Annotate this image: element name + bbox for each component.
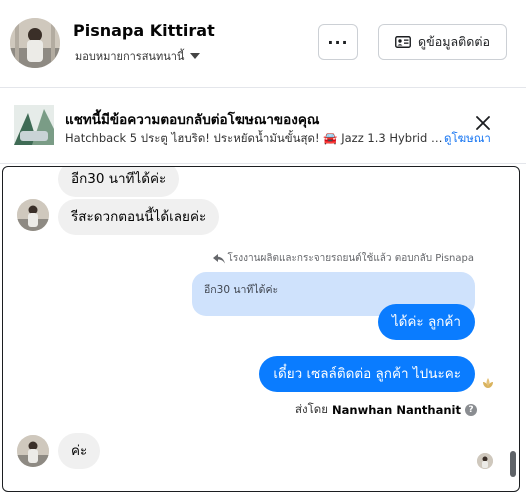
sent-by-info: ส่งโดย Nanwhan Nanthanit ? [295,401,477,419]
lotus-icon [483,378,493,388]
incoming-message[interactable]: รีสะดวกตอนนี้ได้เลยค่ะ [58,199,220,235]
reply-note: โรงงานผลิตและกระจายรถยนต์ใช้แล้ว ตอบกลับ… [212,251,474,266]
reply-note-text: โรงงานผลิตและกระจายรถยนต์ใช้แล้ว ตอบกลับ… [227,253,474,264]
ad-reply-banner: แชทนี้มีข้อความตอบกลับต่อโฆษณาของคุณ Hat… [0,88,526,164]
more-options-button[interactable]: ··· [318,24,358,60]
avatar[interactable] [10,18,60,68]
scrollbar[interactable] [510,451,516,477]
quoted-message-text: อีก30 นาทีได้ค่ะ [204,284,279,296]
conversation-header: Pisnapa Kittirat มอบหมายการสนทนานี้ ··· … [0,0,526,88]
caret-down-icon [190,53,201,59]
view-contact-button[interactable]: ดูข้อมูลติดต่อ [378,24,507,60]
outgoing-message[interactable]: ได้ค่ะ ลูกค้า [377,304,475,340]
view-ad-link[interactable]: ดูโฆษณา [444,130,491,148]
help-icon[interactable]: ? [465,404,477,416]
sent-by-prefix: ส่งโดย [294,402,329,416]
incoming-message-partial[interactable]: อีก30 นาทีได้ค่ะ [58,167,180,197]
assign-conversation-dropdown[interactable]: มอบหมายการสนทนานี้ [75,47,201,65]
avatar[interactable] [17,435,49,467]
assign-label: มอบหมายการสนทนานี้ [75,50,185,63]
close-icon[interactable] [474,114,492,132]
message-thread[interactable]: อีก30 นาทีได้ค่ะ รีสะดวกตอนนี้ได้เลยค่ะ … [2,166,520,492]
ad-text: Hatchback 5 ประตู ไฮบริด! ประหยัดน้ำมันข… [65,131,443,145]
more-icon: ··· [327,32,349,52]
ad-banner-title: แชทนี้มีข้อความตอบกลับต่อโฆษณาของคุณ [65,112,320,128]
contact-card-icon [395,36,411,48]
ad-thumbnail[interactable] [14,105,54,145]
view-contact-label: ดูข้อมูลติดต่อ [418,34,490,49]
avatar[interactable] [17,199,49,231]
read-receipt-avatar [477,453,493,469]
outgoing-message[interactable]: เดี๋ยว เซลล์ติดต่อ ลูกค้า ไปนะคะ [259,356,475,392]
sent-by-name: Nanwhan Nanthanit [332,403,461,417]
contact-name: Pisnapa Kittirat [73,21,215,40]
reply-arrow-icon [212,253,225,263]
incoming-message[interactable]: ค่ะ [58,433,101,469]
